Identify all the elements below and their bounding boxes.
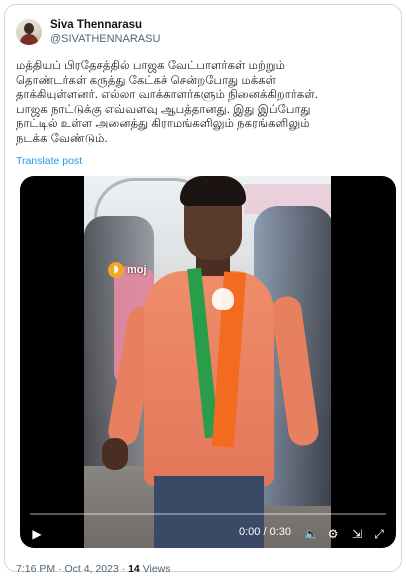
author-names: Siva Thennarasu @SIVATHENNARASU: [50, 18, 160, 46]
translate-post-link[interactable]: Translate post: [16, 155, 82, 167]
post-text: மத்தியப் பிரதேசத்தில் பாஜக வேட்பாளர்கள் …: [16, 59, 319, 145]
views-count: 14: [128, 563, 140, 575]
moj-watermark: ◗ moj: [108, 262, 147, 278]
author-display-name[interactable]: Siva Thennarasu: [50, 18, 160, 32]
moj-logo-icon: ◗: [108, 262, 124, 278]
post-header: Siva Thennarasu @SIVATHENNARASU: [16, 15, 160, 49]
moj-watermark-label: moj: [127, 264, 147, 276]
fullscreen-icon[interactable]: ⤢: [372, 527, 386, 541]
video-time-display: 0:00 / 0:30: [239, 526, 291, 538]
post-card: Siva Thennarasu @SIVATHENNARASU மத்தியப்…: [4, 4, 402, 575]
footer-separator-2: ·: [118, 563, 129, 575]
views-label: Views: [139, 563, 171, 575]
settings-gear-icon[interactable]: ⚙: [326, 527, 340, 541]
author-handle[interactable]: @SIVATHENNARASU: [50, 32, 160, 46]
post-date[interactable]: Oct 4, 2023: [64, 563, 118, 575]
volume-icon[interactable]: 🔈: [304, 527, 319, 541]
post-time[interactable]: 7:16 PM: [16, 563, 55, 575]
video-progress-bar[interactable]: [30, 513, 386, 515]
avatar[interactable]: [16, 19, 42, 45]
pop-out-icon[interactable]: ⇲: [350, 527, 364, 541]
play-icon[interactable]: ▶: [30, 527, 44, 541]
video-player[interactable]: ◗ moj ▶ 0:00 / 0:30 🔈 ⚙ ⇲ ⤢: [20, 176, 396, 548]
post-footer: 7:16 PM · Oct 4, 2023 · 14 Views: [16, 563, 171, 575]
video-frame: ◗ moj: [84, 176, 331, 548]
